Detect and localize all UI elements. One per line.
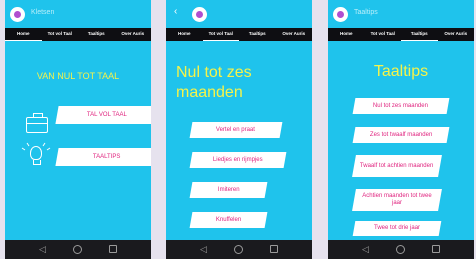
twee-tot-drie-jaar-button[interactable]: Twee tot drie jaar: [352, 221, 442, 236]
app-title: Kletsen: [31, 9, 55, 16]
tal-vol-taal-button[interactable]: TAL VOL TAAL: [55, 106, 151, 124]
tab-over-auris[interactable]: Over Auris: [276, 28, 313, 41]
nul-tot-zes-maanden-button[interactable]: Nul tot zes maanden: [352, 98, 450, 114]
lightbulb-icon: [30, 146, 42, 165]
imiteren-button[interactable]: Imiteren: [189, 182, 268, 198]
button-label: Imiteren: [217, 186, 240, 193]
tab-tot-vol-taal[interactable]: Tot vol Taal: [42, 28, 79, 41]
tab-home[interactable]: Home: [166, 28, 203, 41]
home-circle-icon[interactable]: [234, 245, 243, 254]
zes-tot-twaalf-maanden-button[interactable]: Zes tot twaalf maanden: [352, 127, 450, 143]
liedjes-en-rijmpjes-button[interactable]: Liedjes en rijmpjes: [189, 152, 287, 168]
tab-tot-vol-taal[interactable]: Tot vol Taal: [202, 28, 239, 41]
button-label: Twee tot drie jaar: [373, 225, 421, 231]
tab-home[interactable]: Home: [5, 28, 42, 41]
tab-over-auris[interactable]: Over Auris: [438, 28, 475, 41]
page-title: VAN NUL TOT TAAL: [36, 71, 120, 81]
tab-taaltips[interactable]: Taaltips: [401, 28, 438, 41]
page-title: Taaltips: [373, 63, 429, 80]
button-label: Zes tot twaalf maanden: [369, 131, 433, 138]
tab-bar: Home Tot vol Taal Taaltips Over Auris: [166, 28, 312, 41]
phone-screen-home: Kletsen Home Tot vol Taal Taaltips Over …: [5, 0, 151, 259]
button-label: Twaalf tot achtien maanden: [360, 162, 434, 169]
phone-screen-nul-tot-zes: ‹ Home Tot vol Taal Taaltips Over Auris …: [166, 0, 312, 259]
back-arrow-icon[interactable]: ‹: [174, 6, 177, 18]
button-label: Nul tot zes maanden: [373, 102, 429, 109]
recent-square-icon[interactable]: [109, 245, 117, 253]
app-header: Taaltips: [328, 0, 474, 28]
knuffelen-button[interactable]: Knuffelen: [189, 212, 268, 228]
button-label: TAL VOL TAAL: [87, 111, 127, 118]
back-triangle-icon[interactable]: ◁: [362, 244, 369, 254]
android-nav-bar: ◁: [328, 240, 474, 259]
vertel-en-praat-button[interactable]: Vertel en praat: [189, 122, 283, 138]
page-title: Nul tot zes maanden: [176, 64, 252, 101]
tab-tot-vol-taal[interactable]: Tot vol Taal: [365, 28, 402, 41]
taaltips-button[interactable]: TAALTIPS: [55, 148, 151, 166]
button-label: Achtien maanden tot twee jaar: [362, 193, 432, 206]
tab-taaltips[interactable]: Taaltips: [239, 28, 276, 41]
button-label: Knuffelen: [215, 216, 242, 223]
app-logo-icon: [10, 7, 25, 22]
android-nav-bar: ◁: [5, 240, 151, 259]
briefcase-icon: [26, 113, 48, 133]
app-header: ‹: [166, 0, 312, 28]
tab-bar: Home Tot vol Taal Taaltips Over Auris: [328, 28, 474, 41]
tab-home[interactable]: Home: [328, 28, 365, 41]
button-label: Liedjes en rijmpjes: [213, 156, 263, 163]
button-label: Vertel en praat: [216, 126, 256, 133]
twaalf-tot-achtien-maanden-button[interactable]: Twaalf tot achtien maanden: [352, 155, 442, 177]
back-triangle-icon[interactable]: ◁: [200, 244, 207, 254]
home-circle-icon[interactable]: [396, 245, 405, 254]
recent-square-icon[interactable]: [270, 245, 278, 253]
back-triangle-icon[interactable]: ◁: [39, 244, 46, 254]
app-logo-icon: [333, 7, 348, 22]
home-circle-icon[interactable]: [73, 245, 82, 254]
tab-over-auris[interactable]: Over Auris: [115, 28, 152, 41]
achtien-maanden-tot-twee-jaar-button[interactable]: Achtien maanden tot twee jaar: [352, 189, 442, 211]
tab-bar: Home Tot vol Taal Taaltips Over Auris: [5, 28, 151, 41]
app-header: Kletsen: [5, 0, 151, 28]
app-title: Taaltips: [354, 9, 378, 16]
android-nav-bar: ◁: [166, 240, 312, 259]
phone-screen-taaltips: Taaltips Home Tot vol Taal Taaltips Over…: [328, 0, 474, 259]
recent-square-icon[interactable]: [432, 245, 440, 253]
tab-taaltips[interactable]: Taaltips: [78, 28, 115, 41]
button-label: TAALTIPS: [93, 153, 121, 160]
app-logo-icon: [192, 7, 207, 22]
